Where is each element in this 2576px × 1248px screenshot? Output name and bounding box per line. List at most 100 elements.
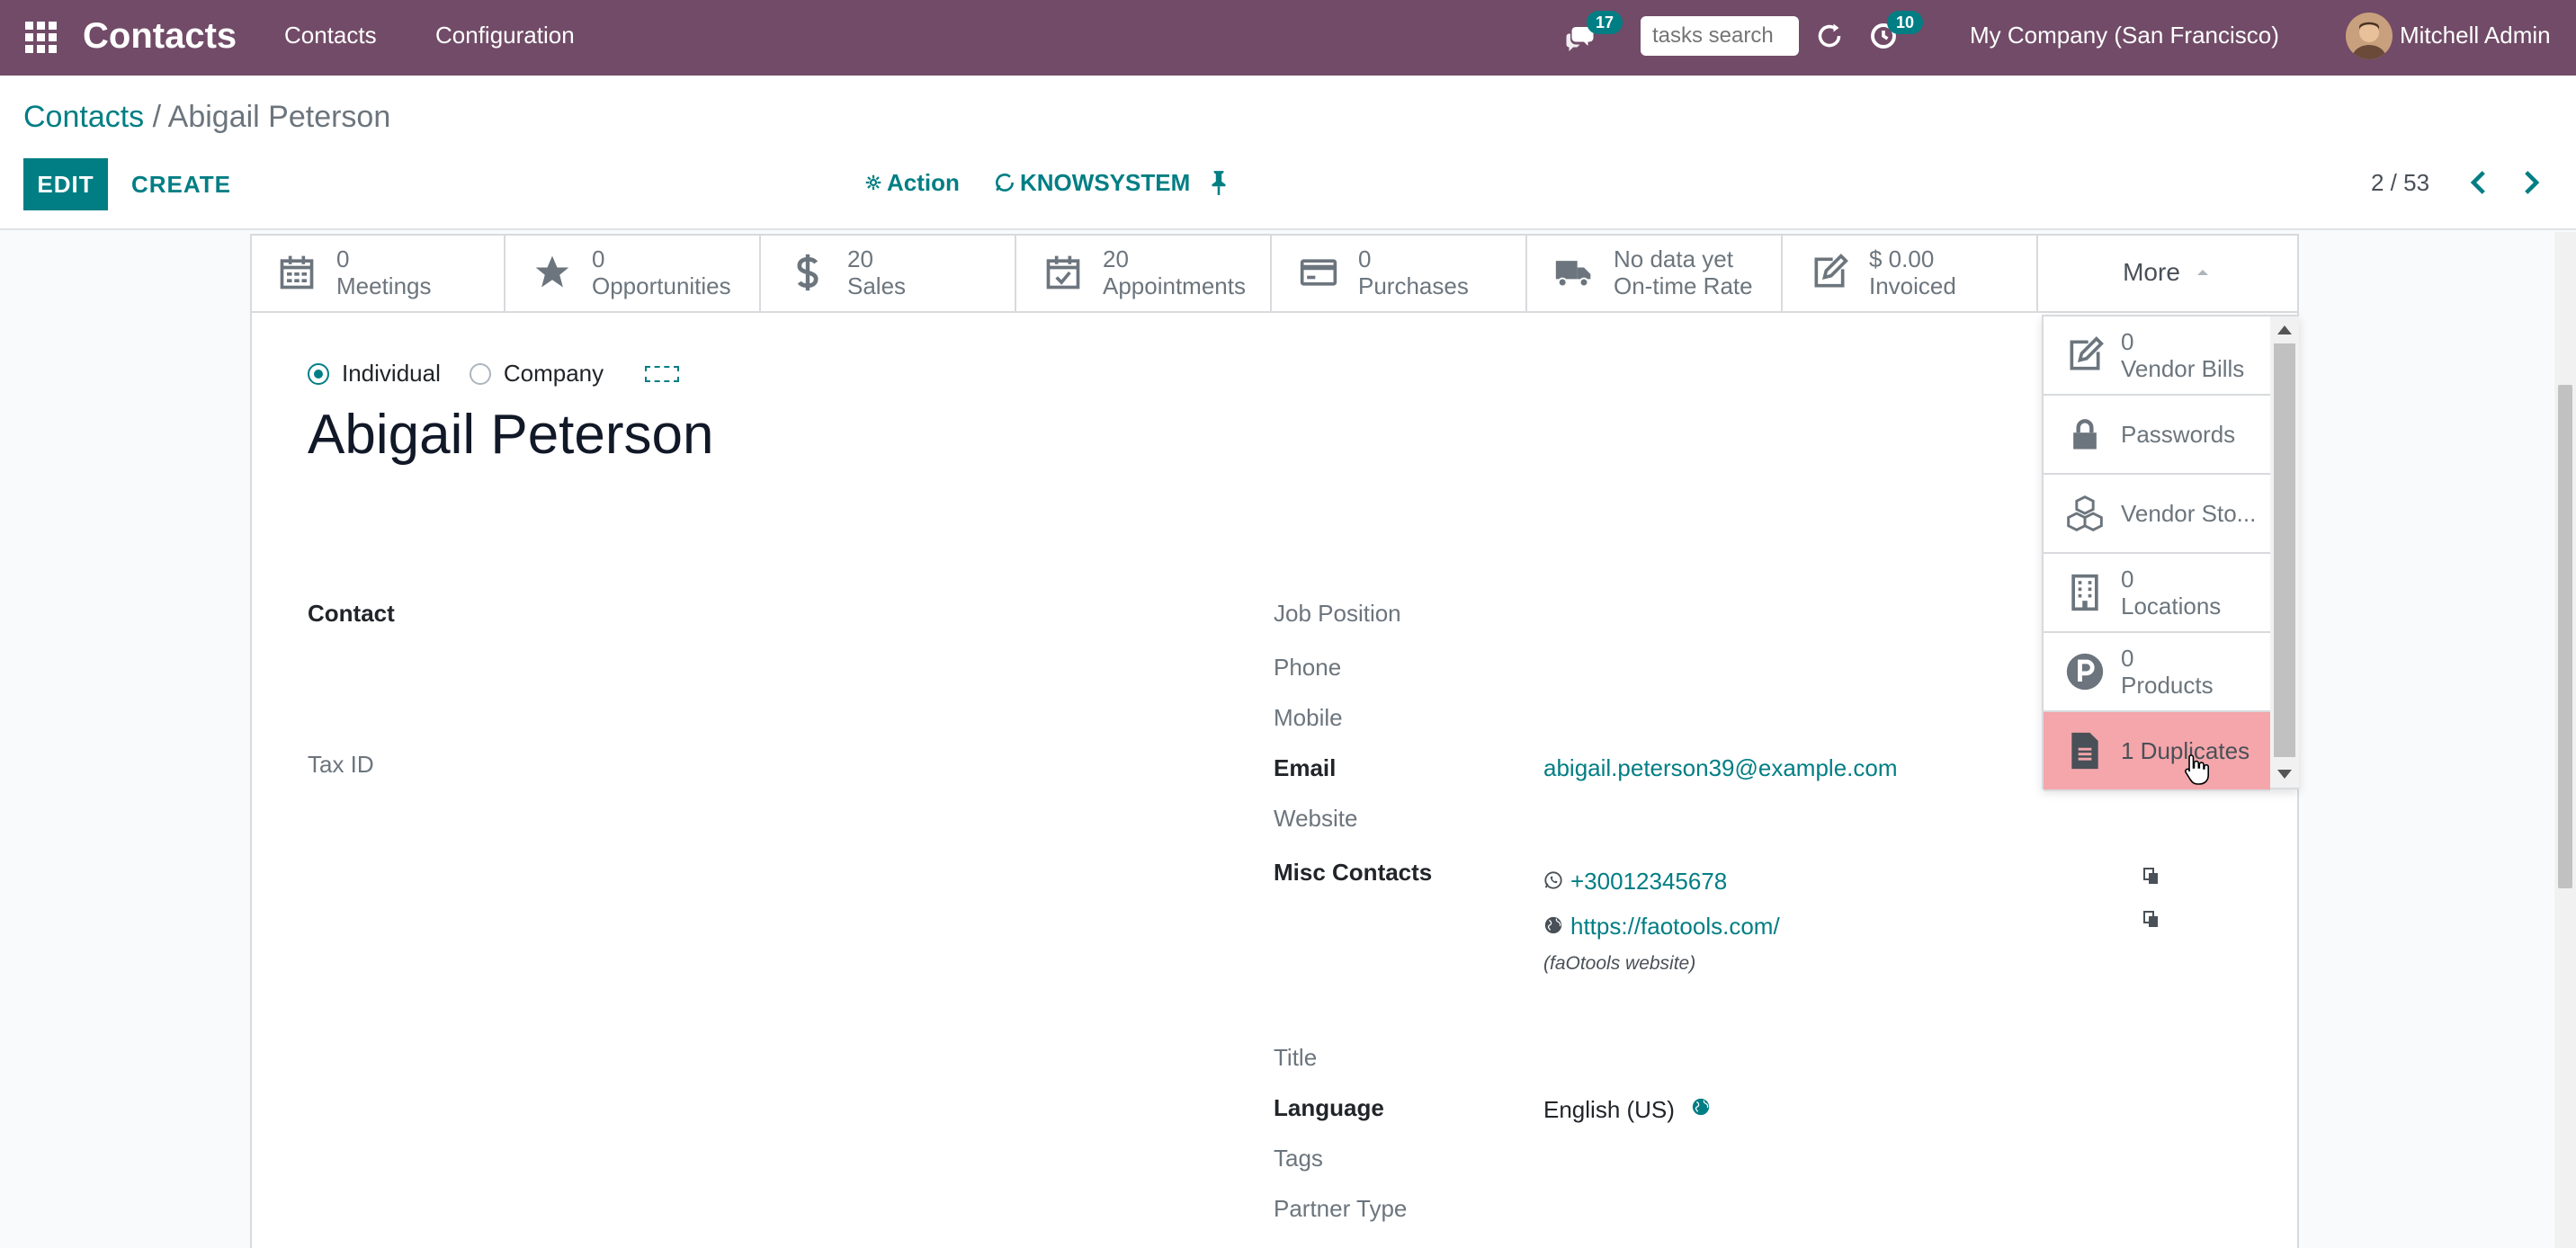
dropdown-label: Vendor Bills [2121, 355, 2245, 382]
create-button[interactable]: CREATE [121, 158, 242, 210]
hand-cursor-icon [2184, 754, 2209, 785]
smart-label: Opportunities [592, 272, 731, 299]
messages-badge: 17 [1587, 11, 1623, 34]
dropdown-item-locations[interactable]: 0 Locations [2044, 554, 2270, 633]
partner-name: Abigail Peterson [308, 404, 714, 466]
smart-button-meetings[interactable]: 0 Meetings [250, 234, 505, 311]
misc-phone-link[interactable]: +30012345678 [1570, 867, 1727, 896]
tasks-search-input[interactable] [1641, 16, 1799, 56]
smart-label: Appointments [1103, 272, 1246, 299]
user-avatar[interactable] [2346, 13, 2393, 59]
misc-url-note: (faOtools website) [1543, 953, 1696, 974]
breadcrumb-current: Abigail Peterson [167, 100, 391, 134]
smart-value: No data yet [1614, 245, 1733, 272]
smart-value: 20 [847, 245, 873, 272]
email-value[interactable]: abigail.peterson39@example.com [1543, 753, 1898, 782]
refresh-chat-icon[interactable] [1813, 20, 1846, 52]
more-label: More [2123, 258, 2180, 286]
lock-icon [2073, 419, 2097, 450]
smart-value: 0 [1358, 245, 1372, 272]
scroll-down-arrow-icon[interactable] [2277, 770, 2292, 779]
whatsapp-icon [1544, 871, 1562, 889]
apps-menu-icon[interactable] [23, 20, 57, 53]
building-icon [2071, 574, 2098, 611]
mobile-label: Mobile [1274, 704, 1343, 731]
knowsystem-label: KNOWSYSTEM [1020, 169, 1191, 196]
more-button[interactable]: More [2038, 234, 2294, 311]
scroll-up-arrow-icon[interactable] [2277, 325, 2292, 334]
smart-button-purchases[interactable]: 0 Purchases [1272, 234, 1527, 311]
app-brand[interactable]: Contacts [83, 13, 237, 59]
job-position-label: Job Position [1274, 600, 1401, 627]
dropdown-item-products[interactable]: 0 Products [2044, 633, 2270, 712]
website-label: Website [1274, 805, 1358, 832]
dropdown-item-passwords[interactable]: Passwords [2044, 396, 2270, 475]
file-text-icon [2071, 732, 2098, 770]
pager-previous-icon[interactable] [2464, 167, 2495, 198]
contact-label: Contact [308, 600, 395, 627]
pencil-square-icon [2070, 336, 2104, 370]
pager-next-icon[interactable] [2515, 167, 2545, 198]
smart-button-opportunities[interactable]: 0 Opportunities [505, 234, 761, 311]
dropdown-item-vendor-stock[interactable]: Vendor Sto... [2044, 475, 2270, 554]
radio-individual[interactable] [308, 362, 329, 385]
language-value: English (US) [1543, 1096, 1675, 1123]
smart-value: 20 [1103, 245, 1129, 272]
action-menu-button[interactable]: Action [865, 167, 960, 198]
calendar-icon [280, 255, 314, 290]
cubes-icon [2067, 495, 2103, 531]
smart-value: $ 0.00 [1869, 245, 1935, 272]
star-icon [535, 255, 569, 288]
radio-individual-label[interactable]: Individual [342, 360, 441, 388]
tags-label: Tags [1274, 1145, 1323, 1172]
globe-icon [1544, 916, 1562, 934]
email-label: Email [1274, 754, 1337, 781]
page-scroll-thumb[interactable] [2558, 385, 2572, 888]
language-label: Language [1274, 1094, 1384, 1121]
menu-contacts[interactable]: Contacts [284, 22, 377, 49]
menu-configuration[interactable]: Configuration [435, 22, 575, 49]
dropdown-item-vendor-bills[interactable]: 0 Vendor Bills [2044, 316, 2270, 396]
language-globe-icon[interactable] [1691, 1097, 1711, 1117]
dropdown-label: Passwords [2121, 421, 2236, 448]
edit-button[interactable]: EDIT [23, 158, 108, 210]
smart-label: Sales [847, 272, 907, 299]
misc-url-link[interactable]: https://faotools.com/ [1570, 912, 1780, 940]
smart-button-sales[interactable]: 20 Sales [761, 234, 1016, 311]
company-switcher[interactable]: My Company (San Francisco) [1970, 22, 2279, 49]
calendar-check-icon [1046, 255, 1080, 290]
caret-up-icon [2196, 270, 2208, 275]
pencil-square-icon [1814, 254, 1848, 288]
radio-company[interactable] [469, 362, 491, 385]
dollar-icon [797, 254, 818, 291]
smart-button-appointments[interactable]: 20 Appointments [1016, 234, 1272, 311]
smart-button-invoiced[interactable]: $ 0.00 Invoiced [1783, 234, 2038, 311]
title-label: Title [1274, 1044, 1318, 1071]
copy-icon[interactable] [2142, 867, 2160, 887]
knowsystem-button[interactable]: KNOWSYSTEM [993, 167, 1190, 198]
smart-label: Purchases [1358, 272, 1469, 299]
scroll-thumb[interactable] [2274, 343, 2295, 757]
activities-badge: 10 [1887, 11, 1924, 34]
partner-type-label: Partner Type [1274, 1195, 1408, 1222]
phone-label: Phone [1274, 654, 1342, 681]
knowsystem-icon [996, 174, 1014, 192]
page-scrollbar[interactable] [2554, 232, 2576, 1248]
user-menu[interactable]: Mitchell Admin [2400, 22, 2551, 49]
misc-contacts-label: Misc Contacts [1274, 859, 1433, 886]
breadcrumb: Contacts / Abigail Peterson [23, 97, 390, 137]
radio-company-label[interactable]: Company [504, 360, 604, 388]
dropdown-item-duplicates[interactable]: 1 Duplicates [2044, 712, 2270, 791]
pin-icon[interactable] [1207, 169, 1230, 196]
pager-value[interactable]: 2 / 53 [2371, 167, 2429, 198]
smart-button-on-time-rate[interactable]: No data yet On-time Rate [1527, 234, 1783, 311]
dropdown-label: Locations [2121, 593, 2222, 620]
dropdown-scrollbar[interactable] [2270, 316, 2299, 788]
parent-company-field[interactable] [645, 365, 680, 382]
dropdown-value: 0 [2121, 566, 2134, 593]
product-p-icon [2066, 653, 2104, 691]
breadcrumb-contacts-link[interactable]: Contacts [23, 100, 144, 134]
copy-icon[interactable] [2142, 910, 2160, 930]
smart-label: On-time Rate [1614, 272, 1753, 299]
action-label: Action [887, 169, 960, 196]
